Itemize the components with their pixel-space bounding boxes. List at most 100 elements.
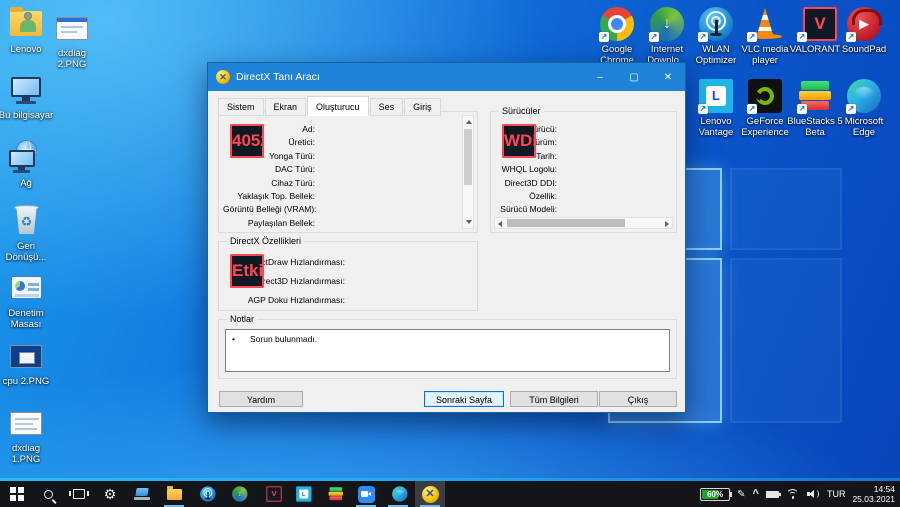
window-titlebar[interactable]: ✕ DirectX Tanı Aracı – ▢ ✕ (208, 63, 685, 91)
task-view-button[interactable] (64, 481, 94, 507)
feature-row: AGP Doku Hızlandırması:Etkin (223, 291, 473, 310)
driver-row: WHQL Logolu:Evet (495, 163, 672, 176)
device-row: DAC Türü:Integrated RAMDAC (223, 163, 457, 176)
chevron-up-icon[interactable]: ^ (753, 490, 759, 498)
desktop-icon-cpu-2-png[interactable]: cpu 2.PNG (0, 338, 58, 387)
desktop-icon-label: Bu bilgisayar (0, 110, 58, 121)
start-button[interactable] (2, 481, 32, 507)
dxdiag-window: ✕ DirectX Tanı Aracı – ▢ ✕ Sistem Ekran … (207, 62, 686, 413)
camera-icon (358, 486, 375, 503)
wallpaper-logo-pane-top-right (730, 168, 842, 250)
driver-row: Direct3D DDI:12 (495, 177, 672, 190)
taskbar-laptop-app[interactable] (127, 481, 157, 507)
note-text: Sorun bulunmadı. (250, 333, 317, 345)
taskbar-edge[interactable] (383, 481, 413, 507)
scrollbar-thumb[interactable] (507, 219, 625, 227)
close-button[interactable]: ✕ (651, 63, 685, 91)
wlan-antenna-icon: ↗ (697, 6, 735, 42)
control-panel-icon (7, 270, 45, 306)
tab-sistem[interactable]: Sistem (218, 98, 264, 116)
drivers-horizontal-scrollbar[interactable] (494, 217, 673, 229)
device-row: Paylaşılan Bellek:4052 MB (223, 217, 457, 230)
taskbar-bluestacks[interactable] (319, 481, 349, 507)
taskbar-dxdiag-active[interactable]: ✕ (415, 481, 445, 507)
windows-logo-icon (10, 487, 24, 501)
desktop-icon-label: dxdiag 1.PNG (0, 443, 58, 465)
taskbar-lenovo-vantage[interactable]: L (287, 481, 317, 507)
drivers-groupbox: Sürücüler Ana Sürücü:nvldumdx.dll,nvldum… (490, 111, 677, 233)
task-view-icon (73, 489, 85, 499)
tab-ekran[interactable]: Ekran (265, 98, 307, 116)
valorant-icon: V↗ (796, 6, 834, 42)
shortcut-arrow-icon: ↗ (747, 32, 757, 42)
taskbar-search-button[interactable] (33, 481, 63, 507)
taskbar-file-explorer[interactable] (159, 481, 189, 507)
desktop-icon-dxdiag-2-png[interactable]: dxdiag 2.PNG (40, 10, 104, 70)
scroll-down-icon[interactable] (466, 220, 472, 224)
battery-percent-widget[interactable]: 60% (700, 488, 730, 501)
features-rows: DirectDraw Hızlandırması:Etkin Direct3D … (223, 253, 473, 310)
soundpad-icon: ▶↗ (845, 6, 883, 42)
wifi-icon[interactable] (786, 489, 800, 500)
tab-olusturucu[interactable]: Oluşturucu (307, 96, 369, 116)
scrollbar-thumb[interactable] (464, 129, 472, 185)
desktop-icon-dxdiag-1-png[interactable]: dxdiag 1.PNG (0, 405, 58, 465)
drivers-rows: Ana Sürücü:nvldumdx.dll,nvldumdx.dll,nvl… (495, 123, 672, 217)
desktop-icon-label: cpu 2.PNG (0, 376, 58, 387)
scroll-right-icon[interactable] (665, 221, 669, 227)
desktop-icon-soundpad[interactable]: ▶↗ SoundPad (832, 6, 896, 55)
taskbar-zoom[interactable] (351, 481, 381, 507)
lenovo-vantage-icon: L (295, 486, 309, 502)
minimize-button[interactable]: – (583, 63, 617, 91)
computer-icon (7, 72, 45, 108)
taskbar-idm[interactable]: ↓ (223, 481, 253, 507)
desktop-icon-control-panel[interactable]: Denetim Masası (0, 270, 58, 330)
desktop-icon-label: Denetim Masası (0, 308, 58, 330)
shortcut-arrow-icon: ↗ (649, 32, 659, 42)
idm-icon: ↓ (231, 486, 245, 502)
taskbar: ⚙ ↓ V L ✕ 60% ✎ ^ TUR 14:54 25.03.2021 (0, 481, 900, 507)
shortcut-arrow-icon: ↗ (698, 104, 708, 114)
volume-icon[interactable] (807, 489, 820, 499)
scroll-left-icon[interactable] (498, 221, 502, 227)
desktop-icon-recycle-bin[interactable]: ♻ Geri Dönüşü... (0, 203, 58, 263)
bluestacks-icon: ↗ (796, 78, 834, 114)
language-indicator[interactable]: TUR (827, 489, 846, 499)
shortcut-arrow-icon: ↗ (747, 104, 757, 114)
directx-icon: ✕ (422, 486, 439, 503)
edge-icon: ↗ (845, 78, 883, 114)
help-button[interactable]: Yardım (219, 391, 303, 407)
desktop-icon-this-pc[interactable]: Bu bilgisayar (0, 72, 58, 121)
next-page-button[interactable]: Sonraki Sayfa (424, 391, 504, 407)
directx-icon: ✕ (216, 70, 230, 84)
desktop-icon-microsoft-edge[interactable]: ↗ Microsoft Edge (832, 78, 896, 138)
notes-groupbox: Notlar • Sorun bulunmadı. (218, 319, 677, 379)
notes-groupbox-title: Notlar (227, 314, 257, 324)
taskbar-settings-button[interactable]: ⚙ (95, 481, 125, 507)
tray-date: 25.03.2021 (852, 494, 895, 504)
clock[interactable]: 14:54 25.03.2021 (852, 484, 895, 504)
taskbar-valorant[interactable]: V (255, 481, 285, 507)
desktop-icon-label: Ağ (0, 178, 58, 189)
exit-button[interactable]: Çıkış (599, 391, 677, 407)
wallpaper-logo-pane-bottom-right (730, 258, 842, 423)
tab-giris[interactable]: Giriş (404, 98, 441, 116)
battery-icon[interactable] (766, 491, 779, 498)
notes-textbox[interactable]: • Sorun bulunmadı. (225, 329, 670, 372)
tab-ses[interactable]: Ses (370, 98, 404, 116)
window-title: DirectX Tanı Aracı (236, 71, 583, 83)
tray-time: 14:54 (852, 484, 895, 494)
note-item: • Sorun bulunmadı. (226, 330, 669, 348)
device-row: Yaklaşık Top. Bellek:6061 MB (223, 190, 457, 203)
driver-row: Özellik:11_0,10_1,10_0,9_3,9_2,9_1 (495, 190, 672, 203)
save-all-info-button[interactable]: Tüm Bilgileri Kaydet... (510, 391, 598, 407)
recycle-bin-icon: ♻ (7, 203, 45, 239)
features-groupbox: DirectX Özellikleri DirectDraw Hızlandır… (218, 241, 478, 311)
taskbar-wlan-optimizer[interactable] (191, 481, 221, 507)
device-vertical-scrollbar[interactable] (462, 115, 474, 229)
desktop-icon-network[interactable]: Ağ (0, 140, 58, 189)
screenshot-file-icon (7, 338, 45, 374)
pen-icon[interactable]: ✎ (737, 489, 745, 500)
maximize-button[interactable]: ▢ (617, 63, 651, 91)
scroll-up-icon[interactable] (466, 120, 472, 124)
